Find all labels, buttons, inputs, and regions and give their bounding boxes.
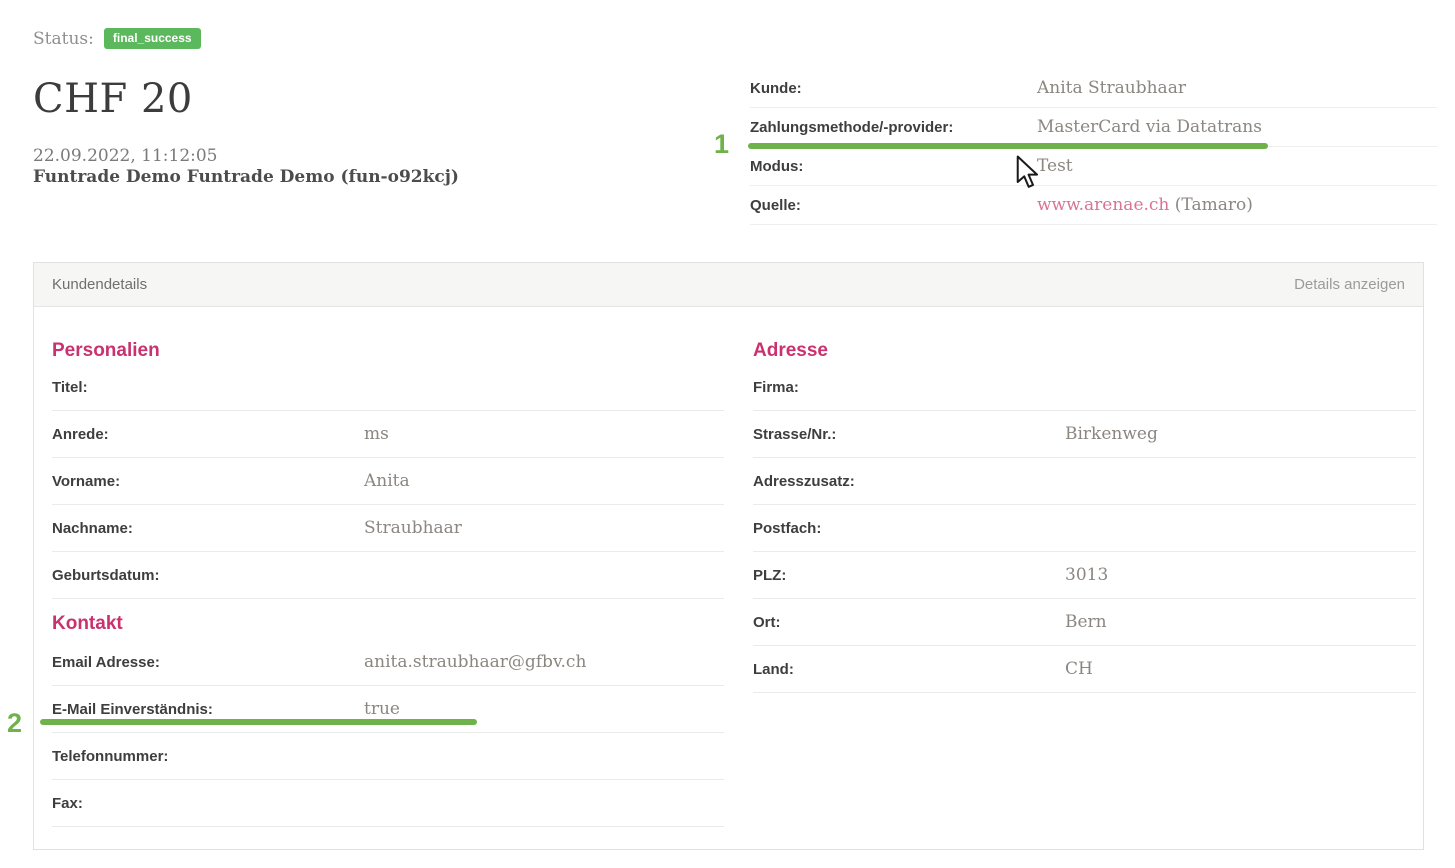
section-heading: Adresse	[753, 338, 1416, 364]
detail-row: Email Adresse:anita.straubhaar@gfbv.ch	[52, 639, 724, 686]
status-label: Status:	[33, 29, 94, 49]
mouse-cursor-icon	[1014, 155, 1040, 189]
summary-row: Quelle:www.arenae.ch (Tamaro)	[750, 186, 1437, 225]
detail-row-label: Strasse/Nr.:	[753, 426, 1065, 443]
detail-row-label: Land:	[753, 661, 1065, 678]
detail-row-value: Bern	[1065, 612, 1107, 632]
detail-row: Geburtsdatum:	[52, 552, 724, 599]
summary-row-value: Anita Straubhaar	[1037, 78, 1186, 98]
summary-row-value: MasterCard via Datatrans	[1037, 117, 1262, 137]
section-heading: Kontakt	[52, 611, 724, 637]
show-details-link[interactable]: Details anzeigen	[1294, 276, 1405, 293]
section-rows: Firma: Strasse/Nr.:Birkenweg Adresszusatz:…	[753, 364, 1416, 693]
payment-detail-page: Status: final_success CHF 20 22.09.2022,…	[0, 0, 1455, 868]
detail-row-value: 3013	[1065, 565, 1108, 585]
transaction-datetime: 22.09.2022, 11:12:05	[33, 146, 218, 166]
annotation-marker-2: 2	[7, 710, 22, 737]
detail-section: Adresse Firma: Strasse/Nr.:Birkenweg Adress…	[753, 338, 1416, 693]
annotation-marker-1: 1	[714, 131, 729, 158]
personal-column: PersonalienTitel:Anrede:msVorname:AnitaN…	[52, 307, 724, 827]
summary-row-label: Zahlungsmethode/-provider:	[750, 119, 1037, 136]
amount-title: CHF 20	[33, 76, 193, 122]
detail-row-label: E-Mail Einverständnis:	[52, 701, 364, 718]
detail-row: Land:CH	[753, 646, 1416, 693]
detail-row-label: Postfach:	[753, 520, 1065, 537]
detail-row: Fax:	[52, 780, 724, 827]
detail-row: Firma:	[753, 364, 1416, 411]
detail-row: Vorname:Anita	[52, 458, 724, 505]
summary-row: Modus:Test	[750, 147, 1437, 186]
panel-body: PersonalienTitel:Anrede:msVorname:AnitaN…	[34, 307, 1423, 850]
detail-row-label: Adresszusatz:	[753, 473, 1065, 490]
source-suffix: (Tamaro)	[1169, 195, 1252, 215]
merchant-name: Funtrade Demo Funtrade Demo (fun-o92kcj)	[33, 167, 459, 187]
detail-row: Adresszusatz:	[753, 458, 1416, 505]
detail-row: Strasse/Nr.:Birkenweg	[753, 411, 1416, 458]
detail-row-value: true	[364, 699, 400, 719]
source-link[interactable]: www.arenae.ch	[1037, 195, 1169, 215]
panel-title: Kundendetails	[52, 276, 147, 293]
detail-row-label: Email Adresse:	[52, 654, 364, 671]
detail-row: PLZ:3013	[753, 552, 1416, 599]
customer-details-panel: Kundendetails Details anzeigen Personali…	[33, 262, 1424, 850]
section-rows: Email Adresse:anita.straubhaar@gfbv.chE-…	[52, 639, 724, 827]
summary-row: Kunde:Anita Straubhaar	[750, 69, 1437, 108]
detail-row-label: Telefonnummer:	[52, 748, 364, 765]
section-heading: Personalien	[52, 338, 724, 364]
detail-row-value: Birkenweg	[1065, 424, 1158, 444]
detail-row: Anrede:ms	[52, 411, 724, 458]
detail-row-label: Nachname:	[52, 520, 364, 537]
summary-row: Zahlungsmethode/-provider:MasterCard via…	[750, 108, 1437, 147]
detail-row-label: Vorname:	[52, 473, 364, 490]
detail-section: PersonalienTitel:Anrede:msVorname:AnitaN…	[52, 338, 724, 599]
detail-row-label: Anrede:	[52, 426, 364, 443]
detail-row-value: Anita	[364, 471, 410, 491]
summary-row-value: Test	[1037, 156, 1073, 176]
detail-row: Postfach:	[753, 505, 1416, 552]
detail-row-label: Firma:	[753, 379, 1065, 396]
detail-row: Telefonnummer:	[52, 733, 724, 780]
detail-row-label: Fax:	[52, 795, 364, 812]
detail-row-value: ms	[364, 424, 389, 444]
section-rows: Titel:Anrede:msVorname:AnitaNachname:Str…	[52, 364, 724, 599]
address-column: Adresse Firma: Strasse/Nr.:Birkenweg Adress…	[753, 307, 1416, 693]
summary-row-value: www.arenae.ch (Tamaro)	[1037, 195, 1253, 215]
detail-row-value: Straubhaar	[364, 518, 462, 538]
status-badge: final_success	[104, 28, 201, 49]
annotation-underline-1	[748, 143, 1268, 149]
annotation-underline-2	[40, 719, 477, 725]
detail-row-value: anita.straubhaar@gfbv.ch	[364, 652, 586, 672]
summary-row-label: Modus:	[750, 158, 1037, 175]
detail-row: Ort:Bern	[753, 599, 1416, 646]
detail-row: E-Mail Einverständnis:true	[52, 686, 724, 733]
detail-row-value: CH	[1065, 659, 1093, 679]
summary-row-label: Kunde:	[750, 80, 1037, 97]
detail-row-label: Ort:	[753, 614, 1065, 631]
detail-row-label: PLZ:	[753, 567, 1065, 584]
panel-header: Kundendetails Details anzeigen	[34, 263, 1423, 307]
summary-row-label: Quelle:	[750, 197, 1037, 214]
detail-row: Nachname:Straubhaar	[52, 505, 724, 552]
detail-row: Titel:	[52, 364, 724, 411]
status-row: Status: final_success	[33, 28, 201, 49]
detail-row-label: Titel:	[52, 379, 364, 396]
detail-row-label: Geburtsdatum:	[52, 567, 364, 584]
